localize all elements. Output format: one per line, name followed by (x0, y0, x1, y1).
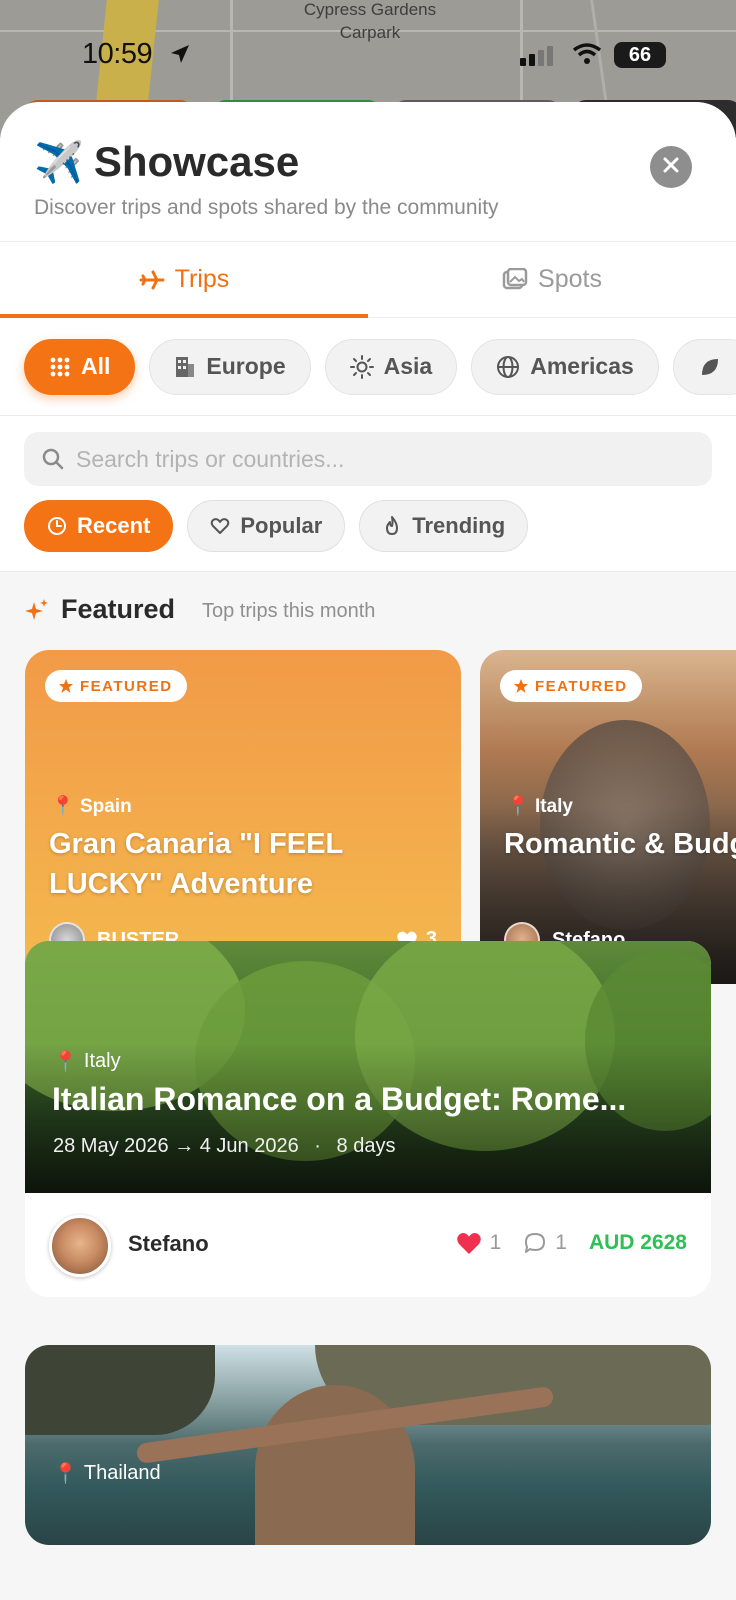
building-icon (176, 356, 195, 377)
featured-badge: FEATURED (500, 670, 642, 702)
trip-cover-image: 📍 Italy Italian Romance on a Budget: Rom… (25, 941, 711, 1193)
star-icon (59, 679, 73, 693)
region-chip-more[interactable] (672, 338, 736, 395)
trip-card[interactable]: 📍 Italy Italian Romance on a Budget: Rom… (25, 941, 711, 1297)
leaf-icon (701, 358, 718, 375)
plane-icon (139, 270, 165, 289)
page-subtitle: Discover trips and spots shared by the c… (34, 196, 499, 219)
trip-stats: 1 1 AUD 2628 (456, 1231, 687, 1255)
featured-trip-title: Gran Canaria "I FEEL LUCKY" Adventure (49, 828, 343, 900)
featured-badge: FEATURED (45, 670, 187, 702)
status-bar: 10:59 66 (0, 36, 736, 72)
featured-card[interactable]: FEATURED 📍 Italy Romantic & Budget Escap… (480, 650, 736, 984)
pin-icon: 📍 (53, 1051, 78, 1073)
trip-price: AUD 2628 (588, 1231, 687, 1254)
featured-title: Featured (61, 594, 176, 624)
region-filter-bar: All Europe Asia Americas (0, 318, 736, 416)
heart-filled-icon[interactable] (456, 1231, 482, 1255)
sparkles-icon (24, 598, 50, 629)
airplane-emoji-icon: ✈️ (34, 140, 84, 185)
search-icon (42, 448, 64, 470)
status-time: 10:59 (82, 38, 153, 70)
sun-icon (349, 354, 374, 379)
tab-bar: Trips Spots (0, 242, 736, 318)
trip-card[interactable]: 📍 Thailand (25, 1345, 711, 1545)
avatar[interactable] (49, 1215, 111, 1277)
sort-trending[interactable]: Trending (359, 500, 529, 552)
region-chip-europe[interactable]: Europe (149, 338, 311, 395)
region-chip-all[interactable]: All (24, 338, 136, 395)
flame-icon (386, 516, 399, 535)
trip-country: 📍 Thailand (53, 1462, 161, 1485)
wifi-icon (572, 42, 602, 71)
star-icon (514, 679, 528, 693)
close-button[interactable] (650, 146, 692, 188)
grid-icon (50, 357, 70, 376)
pin-icon: 📍 (53, 1463, 78, 1485)
featured-country: 📍 Italy (506, 796, 573, 817)
featured-country: 📍 Spain (51, 796, 132, 817)
tab-spots[interactable]: Spots (368, 242, 736, 317)
active-tab-indicator (0, 314, 368, 318)
region-chip-americas[interactable]: Americas (471, 338, 659, 395)
clock-icon (48, 517, 66, 535)
photos-icon (502, 267, 528, 289)
trip-country: 📍 Italy (53, 1050, 121, 1073)
featured-trip-title: Romantic & Budget Escape to La Ma (504, 828, 736, 860)
featured-carousel: FEATURED 📍 Spain Gran Canaria "I FEEL LU… (0, 650, 736, 984)
trip-dates: 28 May 2026 → 4 Jun 2026 · 8 days (53, 1135, 396, 1157)
trip-footer: Stefano 1 1 AUD 2628 (25, 1193, 711, 1297)
pin-icon: 📍 (506, 796, 530, 817)
like-count: 1 (489, 1231, 502, 1254)
comment-count: 1 (555, 1231, 567, 1254)
sheet-header: ✈️ Showcase Discover trips and spots sha… (0, 102, 736, 242)
trip-title: Italian Romance on a Budget: Rome... (52, 1081, 627, 1117)
location-arrow-icon (168, 42, 192, 71)
search-bar[interactable] (24, 432, 712, 486)
sort-options: Recent Popular Trending (24, 500, 529, 552)
battery-indicator: 66 (614, 42, 666, 68)
signal-icon (520, 46, 560, 71)
trip-cover-image: 📍 Thailand (25, 1345, 711, 1545)
trip-author[interactable]: Stefano (128, 1231, 209, 1257)
close-icon (663, 157, 679, 173)
pin-icon: 📍 (51, 796, 75, 817)
featured-subtitle: Top trips this month (202, 600, 376, 622)
search-section: Recent Popular Trending (0, 416, 736, 572)
comment-icon[interactable] (523, 1231, 547, 1255)
search-input[interactable] (76, 445, 676, 473)
heart-outline-icon (211, 518, 230, 534)
globe-icon (497, 355, 520, 378)
region-chip-asia[interactable]: Asia (324, 338, 458, 395)
sort-recent[interactable]: Recent (24, 500, 174, 552)
featured-header: Featured Top trips this month (0, 572, 736, 650)
featured-card[interactable]: FEATURED 📍 Spain Gran Canaria "I FEEL LU… (25, 650, 461, 984)
sort-popular[interactable]: Popular (187, 500, 346, 552)
tab-trips[interactable]: Trips (0, 242, 368, 317)
page-title: Showcase (93, 138, 300, 185)
